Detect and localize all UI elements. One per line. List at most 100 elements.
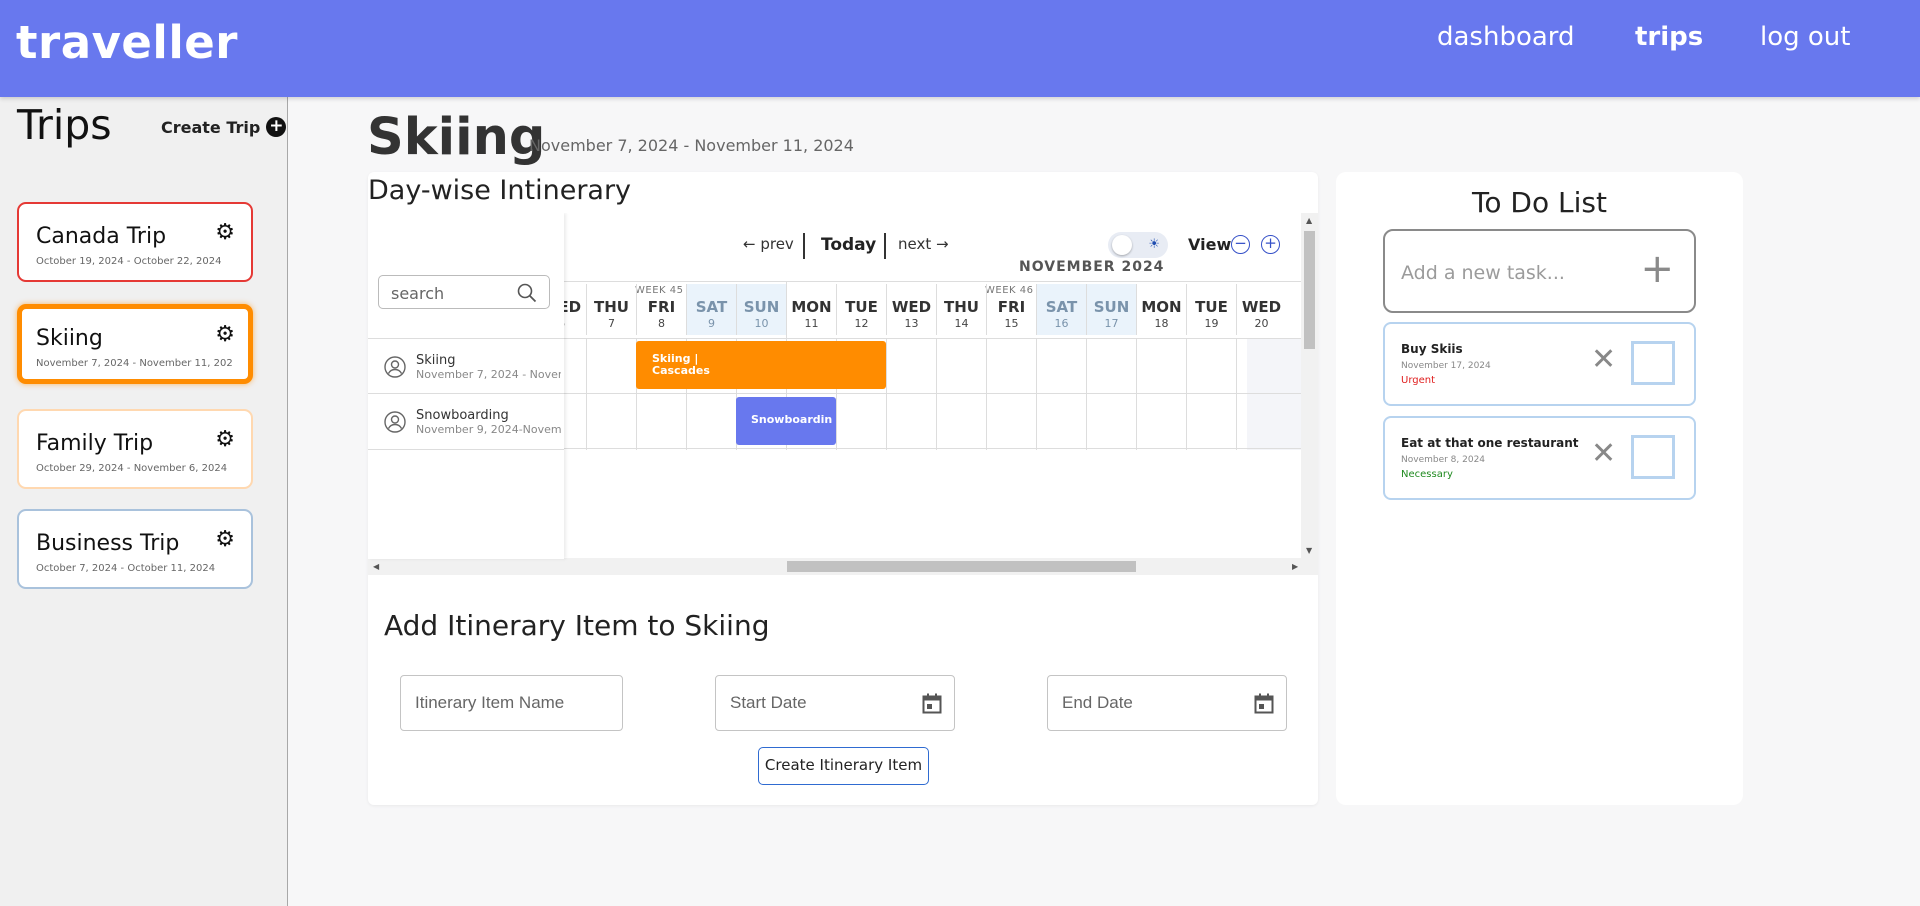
trip-dates: October 19, 2024 - October 22, 2024: [36, 256, 222, 267]
gear-icon[interactable]: ⚙: [215, 220, 235, 245]
todo-item: Buy Skiis November 17, 2024 Urgent ✕: [1383, 322, 1696, 406]
day-number: 19: [1204, 317, 1219, 330]
day-number: 18: [1154, 317, 1169, 330]
gear-icon[interactable]: ⚙: [215, 527, 235, 552]
zoom-in-button[interactable]: +: [1261, 235, 1280, 254]
event-skiing[interactable]: Skiing | Cascades: [636, 341, 886, 389]
grid-line: [1186, 338, 1187, 450]
day-name: SAT: [1045, 298, 1078, 316]
scroll-down-icon[interactable]: ▼: [1306, 546, 1312, 555]
scheduler-search[interactable]: search: [378, 275, 550, 309]
grid-line: [1236, 338, 1237, 450]
day-number: 7: [608, 317, 615, 330]
add-task-plus-icon[interactable]: +: [1640, 249, 1674, 289]
trip-dates: November 7, 2024 - November 11, 202: [36, 358, 233, 369]
scrollbar-thumb[interactable]: [787, 561, 1136, 572]
day-header: FRI 15: [986, 284, 1036, 335]
trip-card-business[interactable]: Business Trip October 7, 2024 - October …: [17, 509, 253, 589]
event-label: Snowboardin: [751, 413, 833, 426]
day-name: FRI: [997, 298, 1026, 316]
day-name: TUE: [1195, 298, 1228, 316]
resource-panel: search Skiing November 7, 2024 - Novembe…: [368, 213, 564, 559]
day-name: SUN: [1093, 298, 1130, 316]
day-number: 17: [1104, 317, 1119, 330]
divider: [884, 233, 886, 259]
input-placeholder: End Date: [1062, 693, 1133, 712]
trip-card-skiing[interactable]: Skiing November 7, 2024 - November 11, 2…: [17, 304, 253, 384]
trip-card-family[interactable]: Family Trip October 29, 2024 - November …: [17, 409, 253, 489]
delete-task-icon[interactable]: ✕: [1591, 345, 1616, 375]
search-icon: [517, 283, 537, 303]
todo-panel: To Do List Add a new task... + Buy Skiis…: [1336, 172, 1743, 805]
search-placeholder: search: [391, 284, 445, 303]
plus-circle-icon: +: [266, 117, 287, 137]
trip-name: Skiing: [36, 326, 103, 351]
horizontal-scrollbar[interactable]: ◀ ▶: [368, 558, 1318, 575]
divider: [564, 338, 1301, 339]
user-icon: [384, 411, 406, 433]
theme-toggle[interactable]: ☀: [1108, 232, 1168, 258]
trip-card-canada[interactable]: Canada Trip October 19, 2024 - October 2…: [17, 202, 253, 282]
calendar-icon[interactable]: [922, 693, 942, 715]
scroll-left-icon[interactable]: ◀: [373, 562, 379, 571]
event-snowboarding[interactable]: Snowboardin: [736, 397, 836, 445]
input-placeholder: Start Date: [730, 693, 807, 712]
month-label: NOVEMBER 2024: [1019, 259, 1165, 275]
resource-row[interactable]: Skiing November 7, 2024 - November 11, 2…: [368, 338, 564, 394]
trips-sidebar: Trips Create Trip + Canada Trip October …: [0, 97, 288, 906]
trip-name: Family Trip: [36, 431, 154, 456]
brand-logo[interactable]: traveller: [16, 16, 238, 69]
create-itinerary-button[interactable]: Create Itinerary Item: [758, 747, 929, 785]
scroll-right-icon[interactable]: ▶: [1292, 562, 1298, 571]
task-title: Buy Skiis: [1401, 342, 1463, 356]
day-header: THU 14: [936, 284, 986, 335]
task-date: November 17, 2024: [1401, 361, 1491, 371]
create-trip-button[interactable]: Create Trip +: [161, 117, 287, 137]
nav-logout[interactable]: log out: [1760, 22, 1850, 52]
toggle-knob: [1112, 235, 1132, 255]
day-number: 20: [1254, 317, 1269, 330]
prev-button[interactable]: ← prev: [743, 235, 794, 253]
divider: [564, 393, 1301, 394]
itinerary-scheduler: NOVEMBER 2024 WEEK 45 WEEK 46 TUE5WED6TH…: [368, 213, 1318, 578]
calendar-icon[interactable]: [1254, 693, 1274, 715]
nav-dashboard[interactable]: dashboard: [1437, 22, 1575, 52]
page-title: Skiing: [367, 108, 546, 167]
task-checkbox[interactable]: [1631, 341, 1675, 385]
vertical-scrollbar[interactable]: ▲ ▼: [1301, 213, 1318, 558]
itinerary-name-input[interactable]: Itinerary Item Name: [400, 675, 623, 731]
start-date-input[interactable]: Start Date: [715, 675, 955, 731]
todo-item: Eat at that one restaurant November 8, 2…: [1383, 416, 1696, 500]
task-checkbox[interactable]: [1631, 435, 1675, 479]
today-button[interactable]: Today: [821, 235, 876, 255]
end-date-input[interactable]: End Date: [1047, 675, 1287, 731]
day-header: SUN 10: [736, 284, 786, 335]
task-title: Eat at that one restaurant: [1401, 436, 1579, 450]
day-name: MON: [1141, 298, 1182, 316]
next-button[interactable]: next →: [898, 235, 949, 253]
user-icon: [384, 356, 406, 378]
day-name: FRI: [647, 298, 676, 316]
task-date: November 8, 2024: [1401, 455, 1486, 465]
grid-line: [586, 338, 587, 450]
day-number: 8: [658, 317, 665, 330]
day-number: 10: [754, 317, 769, 330]
gear-icon[interactable]: ⚙: [215, 427, 235, 452]
resource-row[interactable]: Snowboarding November 9, 2024-November 1…: [368, 393, 564, 450]
delete-task-icon[interactable]: ✕: [1591, 439, 1616, 469]
day-header: FRI 8: [636, 284, 686, 335]
new-task-input[interactable]: Add a new task... +: [1383, 229, 1696, 313]
zoom-out-button[interactable]: −: [1231, 235, 1250, 254]
grid-line: [986, 338, 987, 450]
resource-dates: November 7, 2024 - November 11, 2024: [416, 368, 561, 381]
trip-dates: October 7, 2024 - October 11, 2024: [36, 563, 216, 574]
day-header: TUE 19: [1186, 284, 1236, 335]
gear-icon[interactable]: ⚙: [215, 322, 235, 347]
input-placeholder: Itinerary Item Name: [415, 693, 565, 712]
itinerary-section-title: Day-wise Intinerary: [368, 175, 632, 206]
day-name: TUE: [845, 298, 878, 316]
day-name: SAT: [695, 298, 728, 316]
nav-trips[interactable]: trips: [1635, 22, 1703, 52]
trip-name: Business Trip: [36, 531, 180, 556]
task-priority: Necessary: [1401, 469, 1453, 480]
